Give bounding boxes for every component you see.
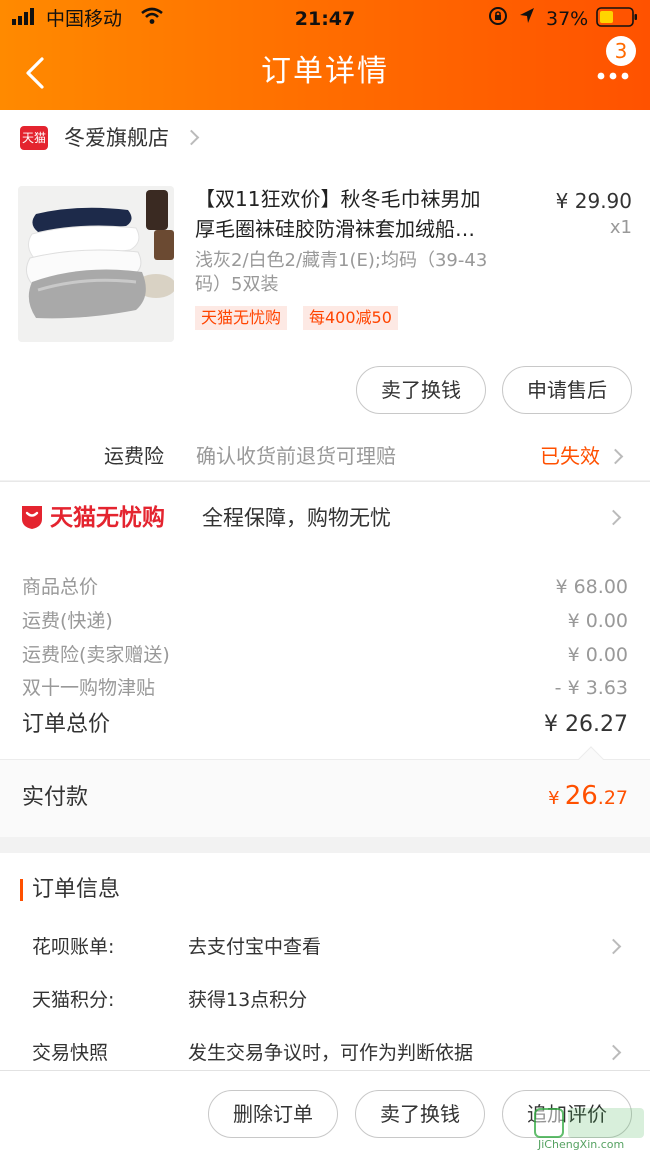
shop-name[interactable]: 冬爱旗舰店: [64, 122, 169, 154]
app-header: 中国移动 21:47 37% 订单详情 3: [0, 0, 650, 110]
paid-integer: 26: [564, 781, 598, 811]
order-info-title: 订单信息: [32, 877, 121, 902]
price-label: 双十一购物津贴: [22, 677, 156, 699]
info-label: 花呗账单:: [32, 936, 115, 958]
product-title-line2[interactable]: 厚毛圈袜硅胶防滑袜套加绒船…: [195, 214, 475, 244]
paid-label: 实付款: [22, 785, 89, 810]
order-total-label: 订单总价: [22, 712, 111, 737]
guarantee-desc: 全程保障，购物无忧: [202, 506, 391, 530]
transaction-snapshot-row[interactable]: 交易快照 发生交易争议时，可作为判断依据: [32, 1035, 628, 1071]
price-label: 商品总价: [22, 576, 99, 598]
product-quantity: x1: [609, 217, 632, 238]
price-row-shopping-allowance: 双十一购物津贴 - ¥ 3.63: [22, 673, 628, 703]
tmall-guarantee-icon: [20, 504, 44, 530]
page-title: 订单详情: [261, 54, 389, 89]
price-summary-section: 天猫无忧购 全程保障，购物无忧 商品总价 ¥ 68.00 运费(快递) ¥ 0.…: [0, 481, 650, 759]
order-detail-page: 中国移动 21:47 37% 订单详情 3 天猫 冬爱旗舰店 【双11狂欢价】秋…: [0, 0, 650, 1156]
battery-percent: 37%: [546, 8, 589, 30]
price-row-shipping: 运费(快递) ¥ 0.00: [22, 606, 628, 636]
paid-amount-row: 实付款 ¥ 26.27: [0, 746, 650, 837]
more-menu-button[interactable]: [596, 66, 630, 80]
order-total-value: ¥ 26.27: [544, 712, 628, 737]
guarantee-brand: 天猫无忧购: [50, 505, 165, 531]
price-label: 运费险(卖家赠送): [22, 644, 170, 666]
tmall-wuyougou-tag: 天猫无忧购: [195, 306, 288, 330]
price-value: ¥ 0.00: [567, 610, 628, 632]
shop-chevron-icon: [183, 129, 200, 146]
info-value: 获得13点积分: [188, 989, 308, 1011]
info-label: 交易快照: [32, 1042, 109, 1064]
product-title-line1[interactable]: 【双11狂欢价】秋冬毛巾袜男加: [195, 184, 480, 214]
sell-for-cash-bottom-button[interactable]: 卖了换钱: [355, 1090, 485, 1138]
order-info-section: 订单信息 花呗账单: 去支付宝中查看 天猫积分: 获得13点积分 交易快照 发生…: [0, 853, 650, 1073]
product-sku-line1: 浅灰2/白色2/藏青1(E);均码（39-43: [195, 250, 488, 271]
price-row-goods-total: 商品总价 ¥ 68.00: [22, 572, 628, 602]
price-row-freight-insurance: 运费险(卖家赠送) ¥ 0.00: [22, 640, 628, 670]
huabei-chevron-icon: [605, 938, 622, 955]
rotation-lock-icon: [488, 6, 510, 32]
sell-for-cash-button[interactable]: 卖了换钱: [356, 366, 486, 414]
section-accent-bar: [20, 879, 23, 901]
product-sku-line2: 码）5双装: [195, 274, 279, 295]
snapshot-chevron-icon: [605, 1044, 622, 1061]
product-image[interactable]: [18, 186, 174, 342]
price-value: ¥ 68.00: [555, 576, 628, 598]
apply-after-sale-button[interactable]: 申请售后: [502, 366, 632, 414]
message-count-badge: 3: [606, 36, 636, 66]
tmall-shop-logo: 天猫: [20, 126, 48, 150]
discount-tag: 每400减50: [303, 306, 398, 330]
order-total-row: 订单总价 ¥ 26.27: [22, 708, 628, 742]
guarantee-chevron-icon: [605, 509, 622, 526]
battery-icon: [596, 6, 640, 32]
tmall-points-row: 天猫积分: 获得13点积分: [32, 982, 628, 1018]
paid-decimal: .27: [597, 787, 628, 809]
paid-currency: ¥: [548, 788, 560, 809]
paid-amount: ¥ 26.27: [548, 778, 628, 817]
price-label: 运费(快递): [22, 610, 113, 632]
info-value: 发生交易争议时，可作为判断依据: [188, 1042, 474, 1064]
price-value: ¥ 0.00: [567, 644, 628, 666]
watermark-text: JiChengXin.com: [538, 1138, 625, 1151]
freight-insurance-chevron-icon: [607, 448, 624, 465]
order-item-card: 天猫 冬爱旗舰店 【双11狂欢价】秋冬毛巾袜男加 厚毛圈袜硅胶防滑袜套加绒船… …: [0, 110, 650, 480]
info-value: 去支付宝中查看: [188, 936, 322, 958]
info-label: 天猫积分:: [32, 989, 115, 1011]
site-watermark-logo: JiChengXin.com: [534, 1104, 646, 1154]
freight-insurance-row[interactable]: 运费险 确认收货前退货可理赔 已失效: [0, 432, 650, 480]
huabei-bill-row[interactable]: 花呗账单: 去支付宝中查看: [32, 929, 628, 965]
freight-insurance-desc: 确认收货前退货可理赔: [196, 444, 396, 468]
freight-insurance-label: 运费险: [104, 444, 164, 468]
freight-insurance-status: 已失效: [540, 444, 600, 468]
product-price: ¥ 29.90: [555, 189, 632, 213]
delete-order-button[interactable]: 删除订单: [208, 1090, 338, 1138]
price-value: - ¥ 3.63: [554, 677, 628, 699]
guarantee-row[interactable]: 天猫无忧购 全程保障，购物无忧: [0, 494, 650, 542]
location-icon: [518, 6, 540, 32]
